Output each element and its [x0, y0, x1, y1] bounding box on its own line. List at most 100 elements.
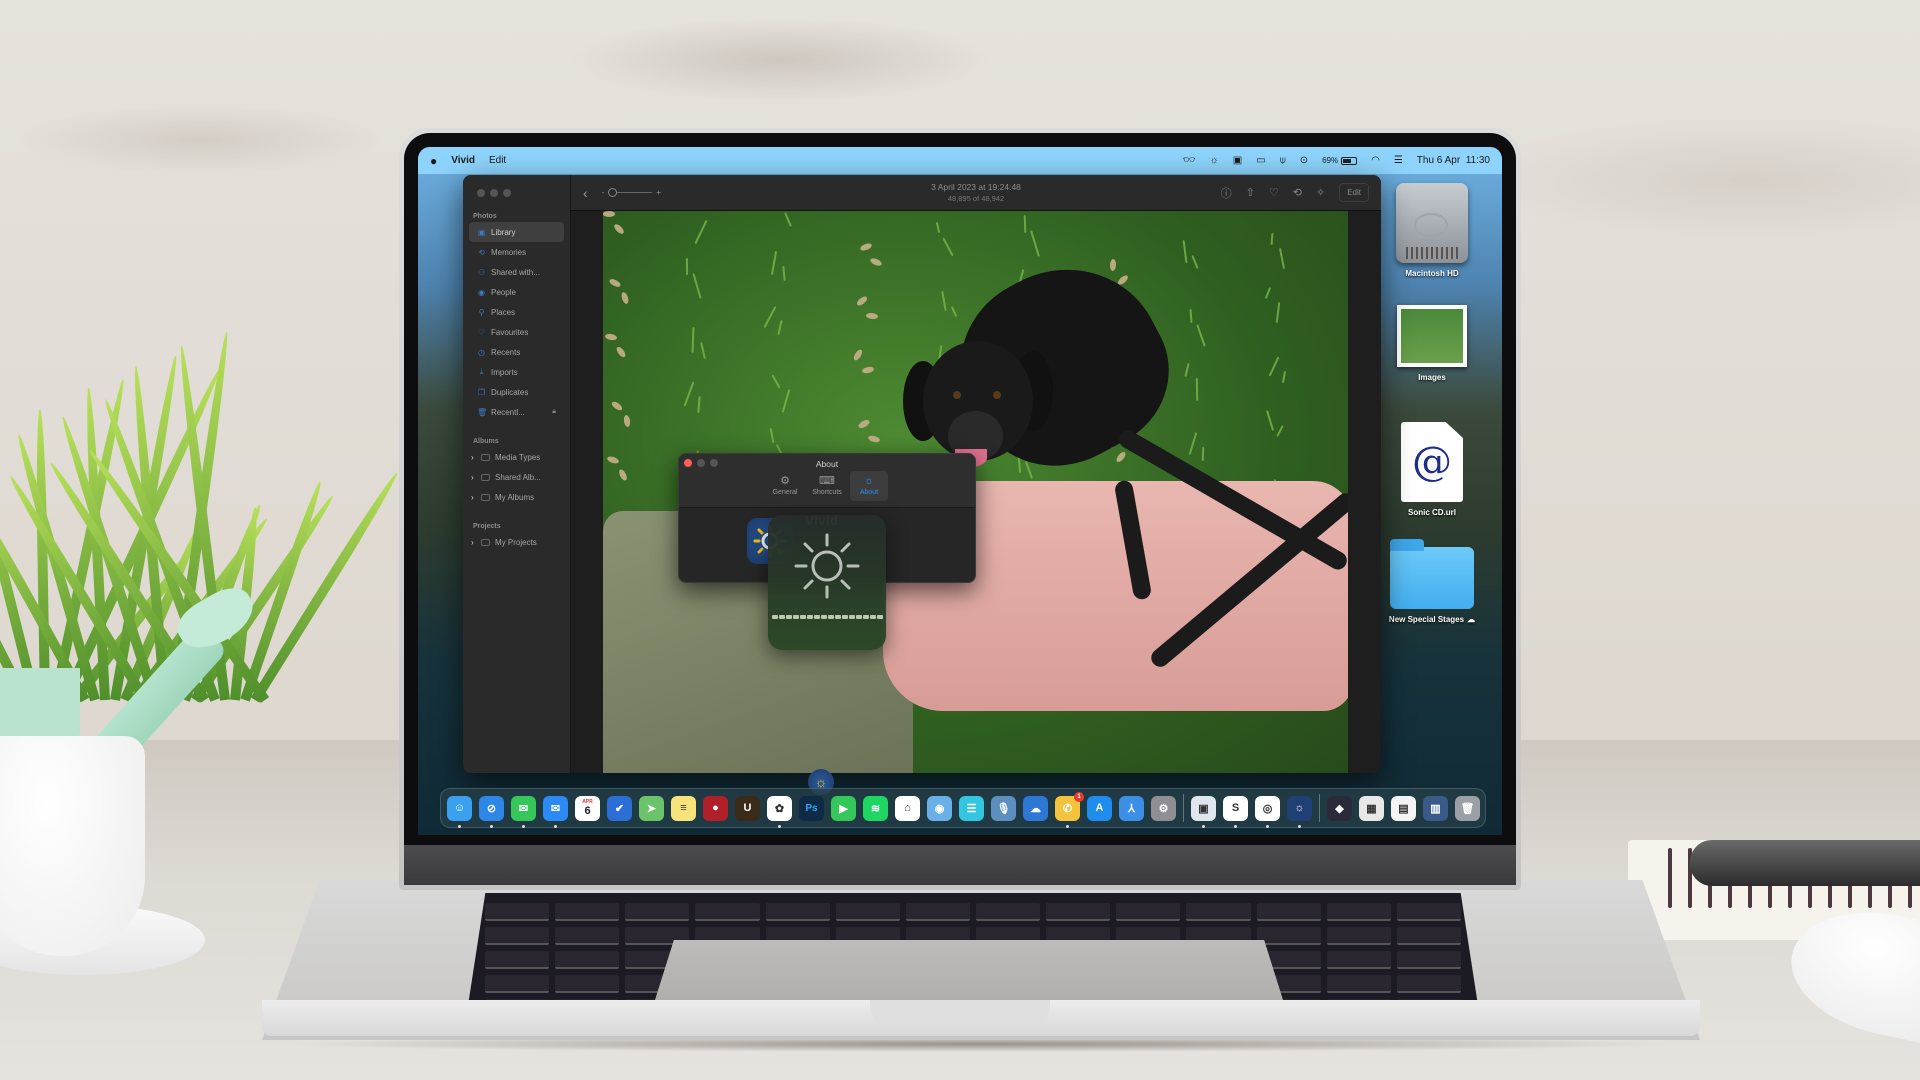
chevron-right-icon[interactable]: ›: [471, 493, 476, 502]
zoom-slider[interactable]: - +: [602, 188, 661, 197]
chevron-right-icon[interactable]: ›: [471, 453, 476, 462]
dock-app-store[interactable]: A: [1087, 795, 1112, 821]
zoom-button[interactable]: [710, 459, 718, 467]
edit-button[interactable]: Edit: [1339, 183, 1369, 202]
sidebar-item-my-albums[interactable]: › My Albums: [469, 487, 564, 507]
favourite-icon[interactable]: ♡: [1269, 186, 1279, 199]
brightness-segment: [834, 615, 841, 619]
info-icon[interactable]: ⓘ: [1221, 185, 1232, 201]
tab-shortcuts[interactable]: ⌨ Shortcuts: [808, 471, 846, 501]
wallet-icon[interactable]: ▣: [1233, 155, 1242, 166]
dock-chrome[interactable]: ◎: [1255, 795, 1280, 828]
sidebar-item-recents[interactable]: ◷ Recents: [469, 342, 564, 362]
share-icon[interactable]: ⇧: [1246, 186, 1255, 199]
dock-finder[interactable]: ☺: [447, 795, 472, 828]
minimize-button[interactable]: [490, 189, 498, 197]
photo-leaf: [623, 414, 631, 428]
dock-home[interactable]: ⌂: [895, 795, 920, 821]
vivid-icon: ☼: [1294, 802, 1305, 814]
sidebar-item-people[interactable]: ◉ People: [469, 282, 564, 302]
dock-spotify[interactable]: ≋: [863, 795, 888, 821]
control-center-icon[interactable]: ☰: [1394, 155, 1403, 166]
sidebar-item-shared-alb[interactable]: › Shared Alb...: [469, 467, 564, 487]
dock-screenshot-3[interactable]: ▥: [1423, 795, 1448, 821]
dock-facetime[interactable]: ▶: [831, 795, 856, 821]
tab-about[interactable]: ☼ About: [850, 471, 888, 501]
dock-screenshot-1[interactable]: ▦: [1359, 795, 1384, 821]
dock-weather[interactable]: ☁: [1023, 795, 1048, 821]
desktop-icon-images[interactable]: Images: [1382, 305, 1482, 382]
sidebar-item-shared-with[interactable]: ⚇ Shared with...: [469, 262, 564, 282]
sidebar-item-label: Media Types: [495, 452, 541, 462]
enhance-icon[interactable]: ✧: [1316, 186, 1325, 199]
tab-general[interactable]: ⚙ General: [766, 471, 804, 501]
dock-calendar[interactable]: APR 6: [575, 795, 600, 821]
dock-notes[interactable]: ≡: [671, 795, 696, 821]
close-button[interactable]: [477, 189, 485, 197]
dock-screenshot-2[interactable]: ▤: [1391, 795, 1416, 821]
sidebar-item-favourites[interactable]: ♡ Favourites: [469, 322, 564, 342]
apple-icon[interactable]: ●: [430, 154, 437, 168]
brightness-icon[interactable]: ☼: [1210, 155, 1219, 166]
chevron-right-icon[interactable]: ›: [471, 538, 476, 547]
menu-app-name[interactable]: Vivid: [451, 155, 475, 166]
dock-system-settings[interactable]: ⚙: [1151, 795, 1176, 821]
desktop-icon-sonic-cd-url[interactable]: @ Sonic CD.url: [1382, 422, 1482, 517]
dock-preview[interactable]: ▣: [1191, 795, 1216, 828]
photo-leaf: [615, 345, 627, 359]
display-icon[interactable]: ▭: [1256, 155, 1265, 166]
photo-grass: [942, 237, 954, 257]
dock-trash[interactable]: 🗑: [1455, 795, 1480, 821]
dock-reality-composer[interactable]: ◆: [1327, 795, 1352, 821]
zoom-track[interactable]: [608, 188, 653, 197]
dock-vivid[interactable]: ☼: [1287, 795, 1312, 828]
desktop-icon-macintosh-hd[interactable]: Macintosh HD: [1382, 183, 1482, 278]
zoom-knob[interactable]: [608, 188, 618, 197]
dock-joystick-app[interactable]: ●: [703, 795, 728, 821]
dock-dictation-app[interactable]: 🎙: [991, 795, 1016, 821]
close-button[interactable]: [684, 459, 692, 467]
zoom-button[interactable]: [503, 189, 511, 197]
duplicates-icon: ❐: [477, 387, 486, 397]
sidebar-item-memories[interactable]: ⟲ Memories: [469, 242, 564, 262]
dock-unreal-tournament[interactable]: U: [735, 795, 760, 821]
running-indicator: [1234, 824, 1237, 828]
airpods-icon[interactable]: ⍦: [1280, 155, 1286, 166]
minimize-button[interactable]: [697, 459, 705, 467]
sidebar-item-recentl[interactable]: 🗑 Recentl... 🔒︎: [469, 402, 564, 422]
dock-photoshop[interactable]: Ps: [799, 795, 824, 821]
chevron-right-icon[interactable]: ›: [471, 473, 476, 482]
glasses-icon[interactable]: 👓︎: [1183, 155, 1196, 166]
dock-scrivener[interactable]: S: [1223, 795, 1248, 828]
photo-grass: [1264, 287, 1272, 299]
zoom-out-label[interactable]: -: [602, 188, 605, 197]
back-chevron-icon[interactable]: ‹: [583, 185, 588, 201]
play-icon[interactable]: ⊙: [1300, 155, 1308, 166]
dock-messages[interactable]: ✉: [511, 795, 536, 828]
battery-icon: [1341, 156, 1358, 165]
dock-tripod-app[interactable]: ⅄: [1119, 795, 1144, 821]
menu-clock[interactable]: Thu 6 Apr 11:30: [1417, 155, 1490, 166]
sidebar-item-media-types[interactable]: › Media Types: [469, 447, 564, 467]
dock-safari[interactable]: ⊘: [479, 795, 504, 828]
sidebar-item-duplicates[interactable]: ❐ Duplicates: [469, 382, 564, 402]
dock-whatsapp[interactable]: ✆ 1: [1055, 791, 1084, 828]
dock-maps[interactable]: ➤: [639, 795, 664, 821]
dock-mail[interactable]: ✉: [543, 795, 568, 828]
dock-flashcards-app[interactable]: ☰: [959, 795, 984, 821]
wifi-icon[interactable]: ◠: [1371, 155, 1380, 166]
desktop-icon-new-special-stages[interactable]: New Special Stages ☁: [1382, 537, 1482, 624]
keyboard-key: [1116, 903, 1181, 921]
sidebar-item-places[interactable]: ⚲ Places: [469, 302, 564, 322]
dock-reminders[interactable]: ✔: [607, 795, 632, 821]
dock-quick-note-app[interactable]: ◉: [927, 795, 952, 821]
rotate-icon[interactable]: ⟲: [1293, 186, 1302, 199]
dock-photos[interactable]: ✿: [767, 795, 792, 828]
sidebar-item-my-projects[interactable]: › My Projects: [469, 532, 564, 552]
menu-edit[interactable]: Edit: [489, 155, 506, 166]
sidebar-item-library[interactable]: ▣ Library: [469, 222, 564, 242]
battery-status[interactable]: 69%: [1322, 156, 1358, 165]
sidebar-item-imports[interactable]: ⤓ Imports: [469, 362, 564, 382]
zoom-in-label[interactable]: +: [656, 188, 661, 197]
tab-label: General: [772, 489, 798, 496]
